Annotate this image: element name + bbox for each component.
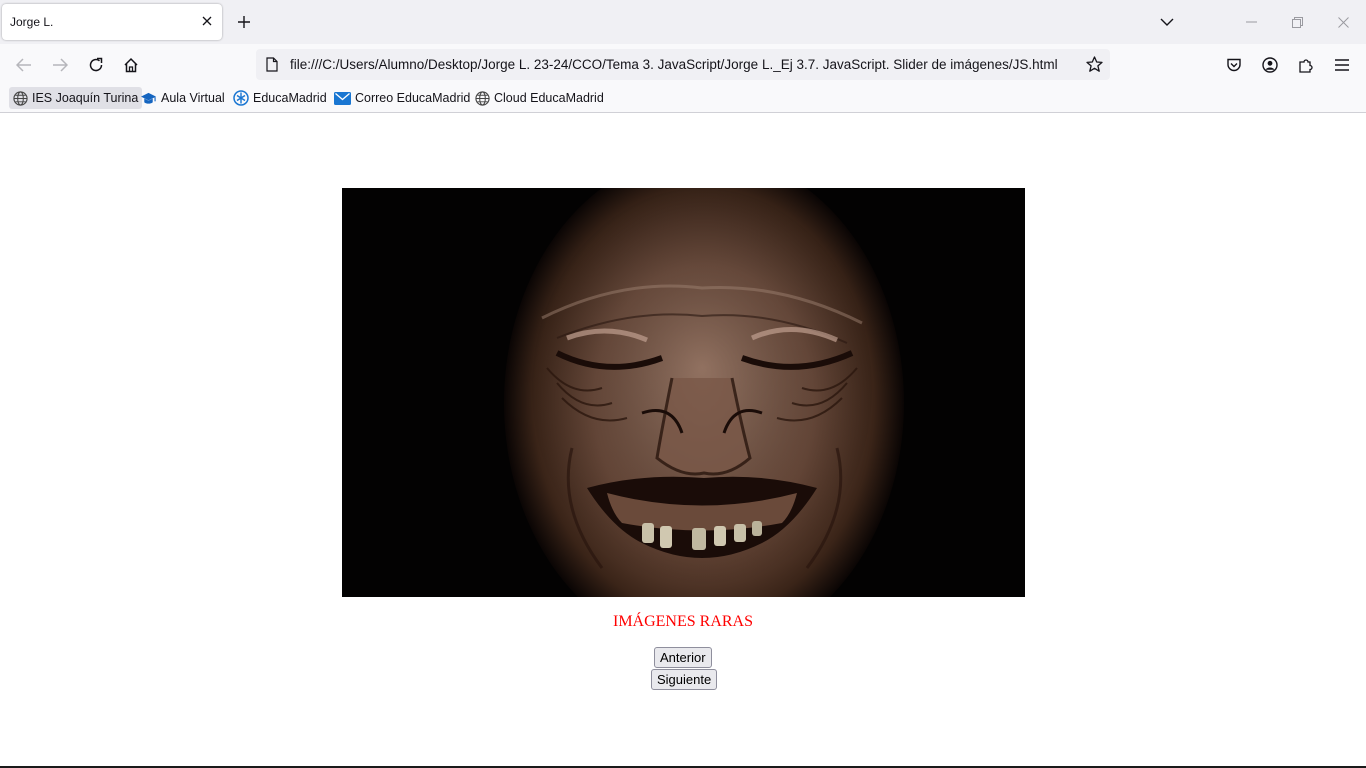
bookmark-cloud-educamadrid[interactable]: Cloud EducaMadrid [471, 87, 608, 109]
plus-icon[interactable] [234, 12, 254, 32]
close-window-icon[interactable] [1320, 0, 1366, 44]
bookmark-correo-educamadrid[interactable]: Correo EducaMadrid [330, 87, 474, 109]
page-icon [264, 56, 280, 73]
slider-caption: IMÁGENES RARAS [612, 613, 753, 630]
tab-active[interactable]: Jorge L. [2, 4, 222, 40]
hamburger-menu-icon[interactable] [1329, 52, 1355, 78]
restore-icon[interactable] [1274, 0, 1320, 44]
extensions-icon[interactable] [1293, 52, 1319, 78]
next-button[interactable]: Siguiente [651, 669, 718, 690]
slider-image [342, 153, 1025, 653]
bookmark-label: Aula Virtual [161, 91, 225, 105]
page-content: IMÁGENES RARAS Anterior Siguiente [0, 113, 1366, 766]
bookmark-ies-joaquin-turina[interactable]: IES Joaquín Turina [9, 87, 143, 109]
graduation-cap-icon [141, 92, 156, 104]
bookmarks-toolbar: IES Joaquín Turina Aula Virtual EducaMad… [0, 85, 1366, 113]
account-icon[interactable] [1257, 52, 1283, 78]
forward-arrow-icon[interactable] [47, 52, 73, 78]
chevron-down-icon[interactable] [1157, 12, 1177, 32]
url-text[interactable]: file:///C:/Users/Alumno/Desktop/Jorge L.… [290, 57, 1058, 72]
star-icon[interactable] [1084, 54, 1104, 74]
bookmark-aula-virtual[interactable]: Aula Virtual [136, 87, 229, 109]
home-icon[interactable] [118, 52, 144, 78]
tab-title: Jorge L. [10, 15, 54, 29]
bookmark-label: Correo EducaMadrid [355, 91, 471, 105]
bookmark-label: EducaMadrid [253, 91, 327, 105]
previous-button[interactable]: Anterior [654, 647, 712, 668]
reload-icon[interactable] [83, 52, 109, 78]
minimize-icon[interactable] [1228, 0, 1274, 44]
address-bar[interactable]: file:///C:/Users/Alumno/Desktop/Jorge L.… [256, 49, 1110, 80]
back-arrow-icon[interactable] [11, 52, 37, 78]
bookmark-educamadrid[interactable]: EducaMadrid [229, 87, 331, 109]
globe-icon [475, 90, 490, 106]
educamadrid-logo-icon [233, 90, 249, 106]
bookmark-label: IES Joaquín Turina [32, 91, 139, 105]
bookmark-label: Cloud EducaMadrid [494, 91, 604, 105]
tab-bar: Jorge L. [0, 0, 1366, 44]
globe-icon [13, 90, 28, 106]
pocket-icon[interactable] [1221, 52, 1247, 78]
close-icon[interactable] [198, 12, 216, 30]
mail-icon [334, 91, 351, 105]
